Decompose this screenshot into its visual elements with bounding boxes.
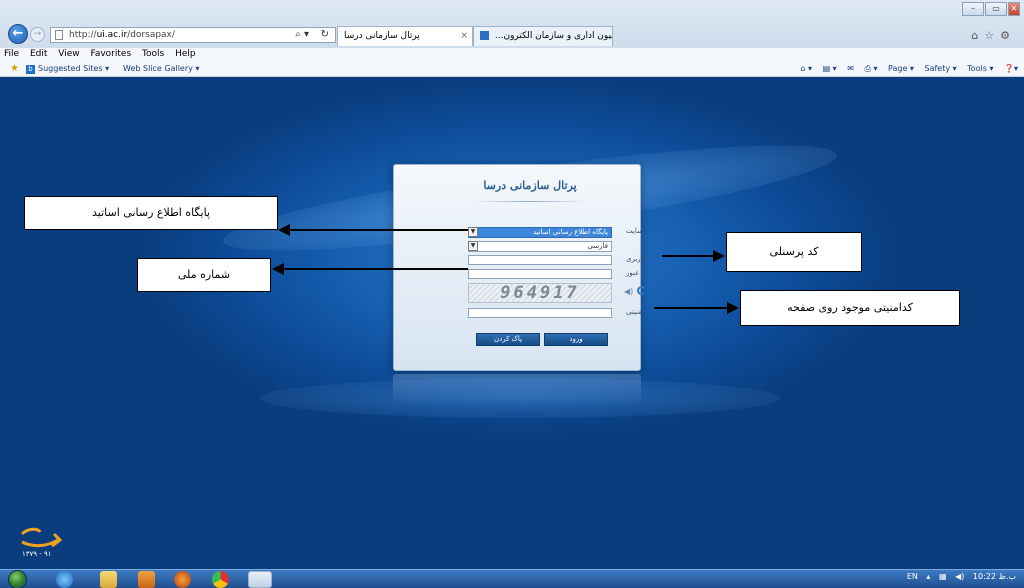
username-label: کاربری	[626, 255, 647, 263]
arrow-head	[727, 302, 739, 314]
search-icon[interactable]: ⌕ ▾	[295, 29, 309, 40]
firefox-icon[interactable]	[174, 571, 191, 588]
feeds-icon[interactable]: ▤ ▾	[823, 64, 837, 73]
site-annotation: پایگاه اطلاع رسانی اساتید	[24, 196, 278, 230]
page-content: پرتال سازمانی درسا پایگاه اطلاع رسانی اس…	[0, 78, 1024, 569]
captcha-image: 964917	[468, 283, 612, 303]
tab-close-icon[interactable]: ×	[460, 27, 468, 45]
password-label: ه عبور	[626, 269, 646, 277]
language-indicator[interactable]: EN	[907, 572, 918, 581]
portal-title: پرتال سازمانی درسا	[483, 179, 577, 192]
site-label: سایت	[626, 227, 643, 235]
title-divider	[474, 201, 586, 202]
security-code-field[interactable]	[468, 308, 612, 318]
gear-icon[interactable]: ⚙	[1000, 29, 1016, 42]
forward-button[interactable]: →	[30, 27, 45, 42]
language-select[interactable]: فارسی	[468, 241, 612, 252]
favorites-bar: ★ b Suggested Sites ▾ Web Slice Gallery ▾…	[0, 61, 1024, 77]
menu-bar: File Edit View Favorites Tools Help	[0, 48, 1024, 61]
site-select[interactable]: پایگاه اطلاع رسانی اساتید	[468, 227, 612, 238]
back-button[interactable]: ←	[8, 24, 28, 44]
tab-portal[interactable]: پرتال سازمانی درسا ×	[337, 26, 473, 46]
tab-automation[interactable]: ...اتوماسیون اداری و سازمان الکترون	[473, 26, 613, 46]
help-icon[interactable]: ❓▾	[1004, 64, 1018, 73]
tab-favicon-icon	[480, 31, 489, 40]
network-icon[interactable]: ▦	[939, 572, 947, 581]
close-button[interactable]: ✕	[1008, 2, 1020, 16]
tools-menu[interactable]: Tools ▾	[967, 64, 993, 73]
speaker-icon[interactable]: ◀)	[624, 287, 633, 296]
address-bar[interactable]: http://ui.ac.ir/dorsapax/ ⌕ ▾ ↻	[50, 27, 336, 43]
chevron-down-icon[interactable]: ▼	[468, 241, 478, 251]
brand-years: ۱۳۷۹ - ۹۱	[22, 550, 52, 558]
menu-help[interactable]: Help	[175, 49, 196, 59]
arrow-line	[288, 229, 468, 231]
panel-reflection	[393, 374, 641, 404]
internet-explorer-icon[interactable]	[56, 571, 73, 588]
page-menu[interactable]: Page ▾	[888, 64, 914, 73]
address-url: http://ui.ac.ir/dorsapax/	[69, 30, 175, 40]
menu-file[interactable]: File	[4, 49, 19, 59]
tray-arrow-icon[interactable]: ▴	[926, 572, 930, 581]
password-annotation: شماره ملی	[137, 258, 271, 292]
arrow-head	[713, 250, 725, 262]
home-icon[interactable]: ⌂	[971, 29, 984, 42]
security-code-annotation: کدامنیتی موجود روی صفحه	[740, 290, 960, 326]
page-icon	[55, 30, 63, 40]
menu-favorites[interactable]: Favorites	[90, 49, 131, 59]
clear-button[interactable]: پاک کردن	[476, 333, 540, 346]
clock[interactable]: 10:22 ب.ظ	[973, 572, 1016, 581]
mail-icon[interactable]: ✉	[847, 64, 854, 73]
word-icon[interactable]	[248, 571, 272, 588]
print-icon[interactable]: ⎙ ▾	[865, 64, 878, 73]
tab-label: پرتال سازمانی درسا	[344, 31, 420, 41]
suggested-sites-link[interactable]: b Suggested Sites ▾	[26, 61, 109, 76]
taskbar: EN ▴ ▦ ◀) 10:22 ب.ظ	[0, 569, 1024, 588]
safety-menu[interactable]: Safety ▾	[925, 64, 957, 73]
favorites-star-icon[interactable]: ★	[10, 61, 19, 76]
minimize-button[interactable]: –	[962, 2, 984, 16]
volume-icon[interactable]: ◀)	[955, 572, 964, 581]
refresh-icon[interactable]: ↻	[321, 29, 329, 40]
command-bar: ⌂ ▾ ▤ ▾ ✉ ⎙ ▾ Page ▾ Safety ▾ Tools ▾ ❓▾	[792, 61, 1018, 76]
chrome-icon[interactable]	[212, 571, 229, 588]
menu-view[interactable]: View	[58, 49, 79, 59]
captcha-refresh-icon[interactable]	[637, 286, 646, 295]
security-code-label: امنیتی	[626, 308, 644, 316]
menu-edit[interactable]: Edit	[30, 49, 47, 59]
file-explorer-icon[interactable]	[100, 571, 117, 588]
username-annotation: کد پرسنلی	[726, 232, 862, 272]
login-button[interactable]: ورود	[544, 333, 608, 346]
password-field[interactable]	[468, 269, 612, 279]
browser-titlebar: ← → http://ui.ac.ir/dorsapax/ ⌕ ▾ ↻ پرتا…	[0, 0, 1024, 48]
favorites-star-icon[interactable]: ☆	[984, 29, 1000, 42]
arrow-line	[654, 307, 728, 309]
home-icon[interactable]: ⌂ ▾	[800, 64, 812, 73]
browser-icons: ⌂☆⚙	[971, 29, 1016, 42]
chevron-down-icon[interactable]: ▼	[468, 227, 478, 237]
media-player-icon[interactable]	[138, 571, 155, 588]
arrow-line	[282, 268, 468, 270]
tab-label: ...اتوماسیون اداری و سازمان الکترون	[494, 31, 612, 41]
system-tray: EN ▴ ▦ ◀) 10:22 ب.ظ	[901, 572, 1016, 581]
menu-tools[interactable]: Tools	[142, 49, 164, 59]
username-field[interactable]	[468, 255, 612, 265]
web-slice-gallery-link[interactable]: Web Slice Gallery ▾	[123, 61, 199, 76]
window-controls: – ▭ ✕	[962, 2, 1020, 16]
arrow-line	[662, 255, 714, 257]
maximize-button[interactable]: ▭	[985, 2, 1007, 16]
start-button[interactable]	[8, 570, 27, 588]
bing-icon: b	[26, 65, 35, 74]
